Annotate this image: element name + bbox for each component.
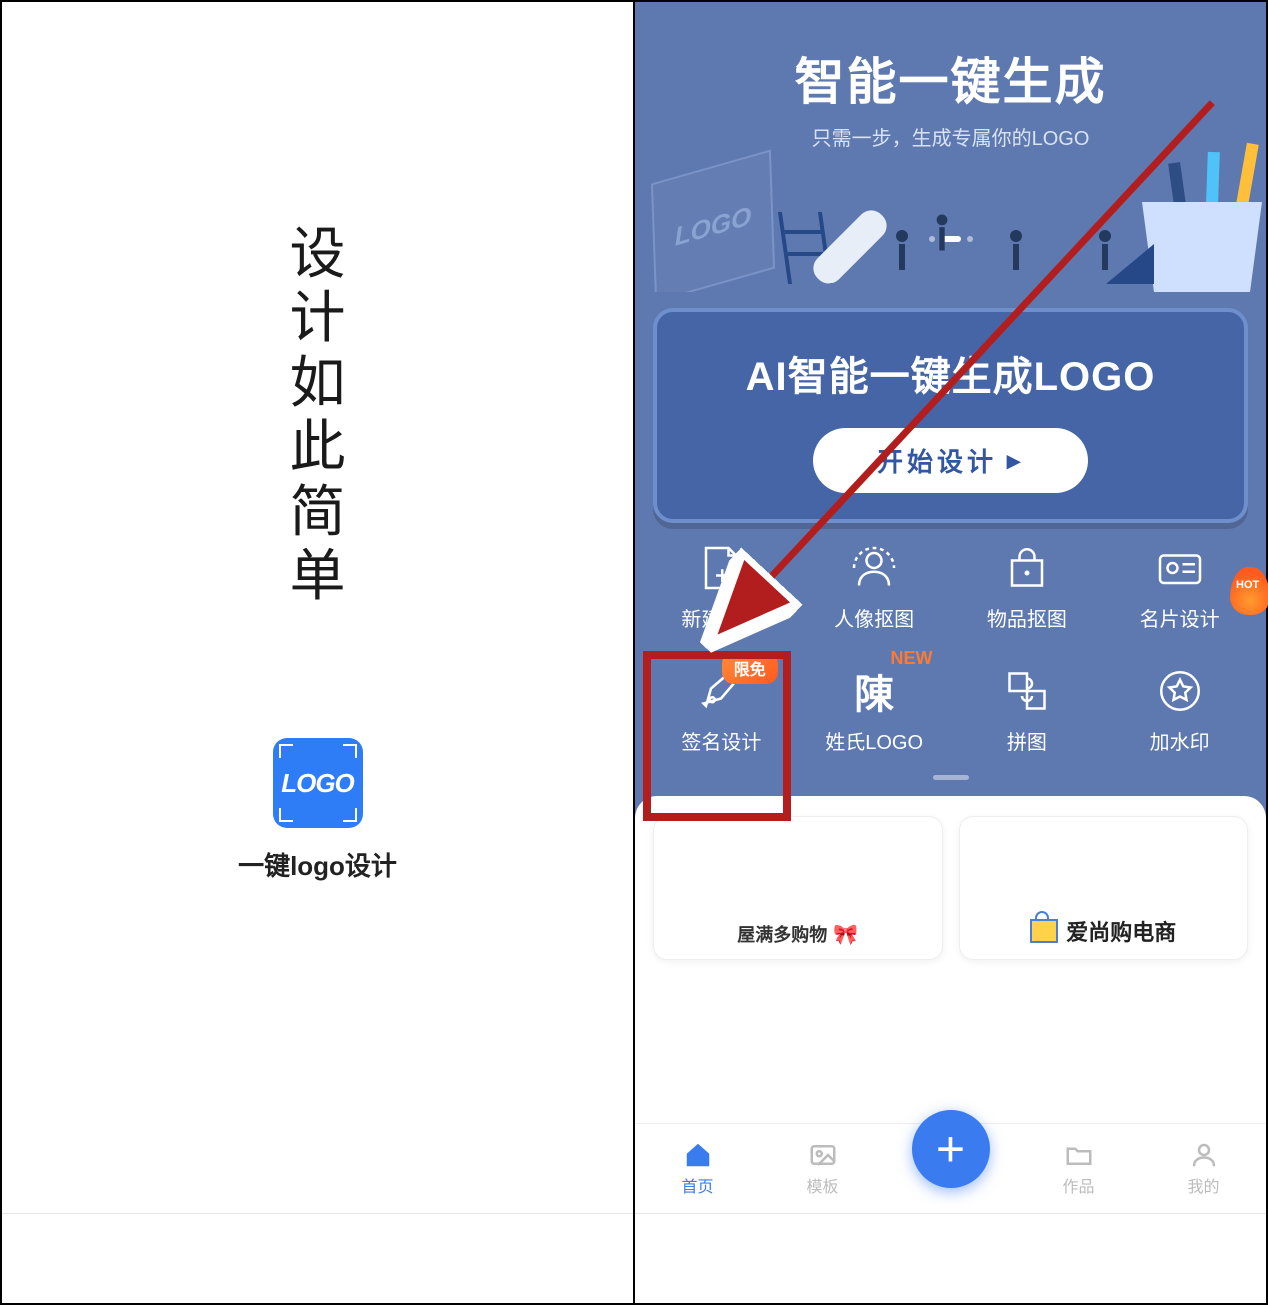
app-branding: LOGO 一键logo设计 bbox=[238, 738, 397, 883]
hero-subtitle: 只需一步，生成专属你的LOGO bbox=[635, 122, 1266, 151]
feature-portrait-cutout[interactable]: 人像抠图 bbox=[798, 543, 951, 632]
feature-label: 新建画布 bbox=[681, 603, 761, 632]
android-nav-bar bbox=[635, 1213, 1266, 1303]
slogan: 设计如此简单 bbox=[290, 222, 346, 608]
grid-page-indicator bbox=[933, 775, 969, 780]
home-button[interactable] bbox=[295, 1237, 339, 1281]
feature-object-cutout[interactable]: 物品抠图 bbox=[951, 543, 1104, 632]
canvas-plus-icon bbox=[696, 543, 746, 593]
home-screen: 智能一键生成 只需一步，生成专属你的LOGO LOGO AI智能一键生成LOGO bbox=[635, 2, 1266, 1303]
android-nav-bar bbox=[2, 1213, 633, 1303]
feature-signature[interactable]: 限免 签名设计 bbox=[645, 666, 798, 755]
feature-label: 人像抠图 bbox=[834, 603, 914, 632]
person-cutout-icon bbox=[849, 543, 899, 593]
star-circle-icon bbox=[1155, 666, 1205, 716]
plus-icon: + bbox=[936, 1120, 965, 1178]
nav-templates[interactable]: 模板 bbox=[787, 1140, 859, 1197]
feature-label: 姓氏LOGO bbox=[825, 726, 923, 755]
app-name: 一键logo设计 bbox=[238, 846, 397, 883]
nav-works[interactable]: 作品 bbox=[1043, 1140, 1115, 1197]
user-icon bbox=[1189, 1140, 1219, 1170]
bottom-nav: 首页 模板 + 作品 我的 bbox=[635, 1123, 1266, 1213]
nav-label: 首页 bbox=[681, 1173, 713, 1197]
template-card-1[interactable]: 屋满多购物 🎀 bbox=[653, 816, 943, 960]
template-brand-text: 爱尚购电商 bbox=[1066, 915, 1176, 947]
play-icon: ▸ bbox=[1007, 445, 1024, 476]
logo-text: LOGO bbox=[281, 768, 354, 799]
fab-create[interactable]: + bbox=[912, 1110, 990, 1188]
hot-label: HOT bbox=[1236, 579, 1259, 591]
id-card-icon bbox=[1155, 543, 1205, 593]
ai-card-title: AI智能一键生成LOGO bbox=[677, 344, 1224, 402]
feature-grid: 新建画布 人像抠图 物品抠图 bbox=[635, 523, 1266, 759]
start-design-button[interactable]: 开始设计 ▸ bbox=[813, 428, 1088, 493]
home-icon bbox=[683, 1140, 713, 1170]
bag-icon bbox=[1002, 543, 1052, 593]
home-button[interactable] bbox=[928, 1237, 972, 1281]
nav-label: 我的 bbox=[1187, 1173, 1219, 1197]
hero-title: 智能一键生成 bbox=[635, 42, 1266, 114]
hero-illustration: LOGO bbox=[635, 172, 1266, 292]
recent-button[interactable] bbox=[1139, 1237, 1183, 1281]
feature-label: 拼图 bbox=[1007, 726, 1047, 755]
nav-home[interactable]: 首页 bbox=[662, 1140, 734, 1197]
hot-flame-icon: HOT bbox=[1230, 567, 1268, 615]
template-brand-text: 屋满多购物 bbox=[737, 921, 827, 947]
nav-label: 模板 bbox=[806, 1173, 838, 1197]
new-badge: NEW bbox=[891, 648, 933, 669]
app-logo-icon: LOGO bbox=[273, 738, 363, 828]
feature-surname-logo[interactable]: NEW 陳 姓氏LOGO bbox=[798, 666, 951, 755]
feature-new-canvas[interactable]: 新建画布 bbox=[645, 543, 798, 632]
recent-button[interactable] bbox=[506, 1237, 550, 1281]
feature-watermark[interactable]: 加水印 bbox=[1103, 666, 1256, 755]
feature-label: 物品抠图 bbox=[987, 603, 1067, 632]
start-design-label: 开始设计 bbox=[877, 442, 997, 479]
feature-collage[interactable]: 拼图 bbox=[951, 666, 1104, 755]
feature-label: 签名设计 bbox=[681, 726, 761, 755]
feature-label: 加水印 bbox=[1150, 726, 1210, 755]
shopping-bag-icon bbox=[1030, 919, 1058, 943]
ribbon-icon: 🎀 bbox=[833, 922, 858, 947]
back-button[interactable] bbox=[85, 1237, 129, 1281]
ai-generate-card[interactable]: AI智能一键生成LOGO 开始设计 ▸ bbox=[653, 308, 1248, 523]
folder-icon bbox=[1064, 1140, 1094, 1170]
template-card-2[interactable]: 爱尚购电商 bbox=[959, 816, 1249, 960]
board-logo-text: LOGO bbox=[674, 200, 752, 252]
slogan-text: 设计如此简单 bbox=[290, 222, 346, 608]
puzzle-icon bbox=[1002, 666, 1052, 716]
image-icon bbox=[808, 1140, 838, 1170]
nav-label: 作品 bbox=[1062, 1173, 1094, 1197]
back-button[interactable] bbox=[718, 1237, 762, 1281]
splash-screen: 设计如此简单 LOGO 一键logo设计 bbox=[2, 2, 635, 1303]
hero-banner[interactable]: 智能一键生成 只需一步，生成专属你的LOGO LOGO bbox=[635, 2, 1266, 292]
feature-label: 名片设计 bbox=[1140, 603, 1220, 632]
free-badge: 限免 bbox=[722, 652, 778, 684]
nav-mine[interactable]: 我的 bbox=[1168, 1140, 1240, 1197]
chinese-char-icon: 陳 bbox=[849, 666, 899, 716]
